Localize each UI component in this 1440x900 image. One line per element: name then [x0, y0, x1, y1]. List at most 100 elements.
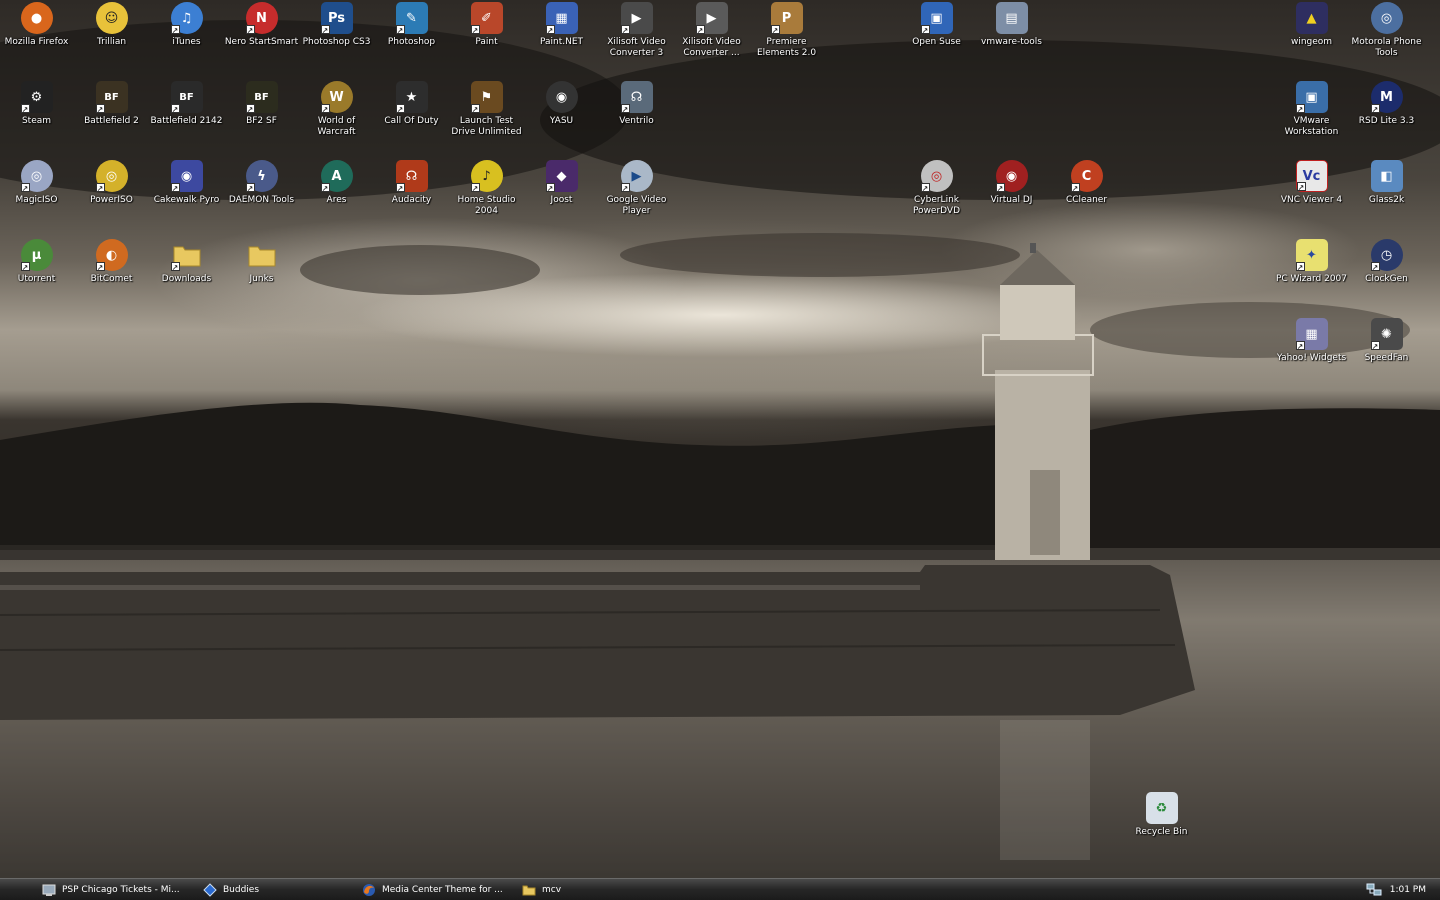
- folder-icon: [522, 883, 536, 897]
- icon-label: Xilisoft Video Converter ...: [682, 37, 741, 58]
- desktop-icon-audacity[interactable]: ☊ ↗ Audacity: [374, 160, 449, 206]
- icon-label: Utorrent: [17, 274, 56, 284]
- desktop-icon-xilisoft-2[interactable]: ▶ ↗ Xilisoft Video Converter ...: [674, 2, 749, 59]
- desktop-icon-paintnet[interactable]: ▦ ↗ Paint.NET: [524, 2, 599, 48]
- icon-label: iTunes: [172, 37, 201, 47]
- paintnet-icon: ▦ ↗: [545, 2, 578, 35]
- desktop-icon-recycle-bin[interactable]: ♻ Recycle Bin: [1124, 792, 1199, 838]
- taskbar-button-mcv[interactable]: mcv: [522, 881, 561, 899]
- desktop-icon-xilisoft-3[interactable]: ▶ ↗ Xilisoft Video Converter 3: [599, 2, 674, 59]
- desktop-icon-daemon-tools[interactable]: ϟ ↗ DAEMON Tools: [224, 160, 299, 206]
- desktop-icon-trillian[interactable]: ☺ Trillian: [74, 2, 149, 48]
- network-icon[interactable]: [1366, 883, 1382, 897]
- icon-label: PC Wizard 2007: [1275, 274, 1348, 284]
- icon-label: CCleaner: [1065, 195, 1108, 205]
- desktop-icon-powerdvd[interactable]: ◎ ↗ CyberLink PowerDVD: [899, 160, 974, 217]
- desktop-icon-photoshop[interactable]: ✎ ↗ Photoshop: [374, 2, 449, 48]
- desktop-icon-vmware[interactable]: ▣ ↗ VMware Workstation: [1274, 81, 1349, 138]
- icon-label: Joost: [550, 195, 573, 205]
- desktop-icon-bf2sf[interactable]: BF ↗ BF2 SF: [224, 81, 299, 127]
- icon-label: Home Studio 2004: [457, 195, 516, 216]
- desktop-icon-motorola[interactable]: ◎ Motorola Phone Tools: [1349, 2, 1424, 59]
- firefox-icon: ●: [20, 2, 53, 34]
- desktop-icon-cakewalk[interactable]: ◉ ↗ Cakewalk Pyro: [149, 160, 224, 206]
- warcraft-icon: W ↗: [320, 81, 353, 114]
- desktop-icon-nero[interactable]: N ↗ Nero StartSmart: [224, 2, 299, 48]
- desktop-icon-virtual-dj[interactable]: ◉ ↗ Virtual DJ: [974, 160, 1049, 206]
- desktop-icon-battlefield-2142[interactable]: BF ↗ Battlefield 2142: [149, 81, 224, 127]
- icon-label: Photoshop CS3: [302, 37, 371, 47]
- icon-label: VMware Workstation: [1284, 116, 1339, 137]
- paint-icon: ✐ ↗: [470, 2, 503, 35]
- call-of-duty-icon: ★ ↗: [395, 81, 428, 114]
- photoshop-icon: Ps ↗: [320, 2, 353, 35]
- battlefield-2142-icon: BF ↗: [170, 81, 203, 114]
- desktop-icon-open-suse[interactable]: ▣ ↗ Open Suse: [899, 2, 974, 48]
- magiciso-icon: ◎ ↗: [20, 160, 53, 193]
- desktop-icon-poweriso[interactable]: ◎ ↗ PowerISO: [74, 160, 149, 206]
- desktop-icon-vnc[interactable]: Vc ↗ VNC Viewer 4: [1274, 160, 1349, 206]
- icon-label: ClockGen: [1365, 274, 1408, 284]
- home-studio-icon: ♪ ↗: [470, 160, 503, 193]
- pc-wizard-icon: ✦ ↗: [1295, 239, 1328, 272]
- desktop-icon-ccleaner[interactable]: C ↗ CCleaner: [1049, 160, 1124, 206]
- icon-label: Nero StartSmart: [224, 37, 299, 47]
- desktop-icon-paint[interactable]: ✐ ↗ Paint: [449, 2, 524, 48]
- trillian-icon: ☺: [95, 2, 128, 34]
- desktop-icon-speedfan[interactable]: ✺ ↗ SpeedFan: [1349, 318, 1424, 364]
- desktop-icon-ares[interactable]: A ↗ Ares: [299, 160, 374, 206]
- desktop-icon-bitcomet[interactable]: ◐ ↗ BitComet: [74, 239, 149, 285]
- icon-label: BF2 SF: [246, 116, 277, 126]
- desktop-icon-wingeom[interactable]: ▲ wingeom: [1274, 2, 1349, 48]
- desktop-icon-yasu[interactable]: ◉ YASU: [524, 81, 599, 127]
- taskbar-button-buddies[interactable]: Buddies: [203, 881, 259, 899]
- icon-label: World of Warcraft: [317, 116, 356, 137]
- desktop-icon-warcraft[interactable]: W ↗ World of Warcraft: [299, 81, 374, 138]
- desktop-icon-itunes[interactable]: ♫ ↗ iTunes: [149, 2, 224, 48]
- desktop-icon-home-studio[interactable]: ♪ ↗ Home Studio 2004: [449, 160, 524, 217]
- clock[interactable]: 1:01 PM: [1390, 885, 1426, 895]
- icon-label: Recycle Bin: [1135, 827, 1188, 837]
- desktop-icon-steam[interactable]: ⚙ ↗ Steam: [0, 81, 74, 127]
- ccleaner-icon: C ↗: [1070, 160, 1103, 193]
- desktop-icon-premiere[interactable]: P ↗ Premiere Elements 2.0: [749, 2, 824, 59]
- desktop-icon-battlefield-2[interactable]: BF ↗ Battlefield 2: [74, 81, 149, 127]
- desktop-icon-ventrilo[interactable]: ☊ ↗ Ventrilo: [599, 81, 674, 127]
- desktop-icon-firefox[interactable]: ● Mozilla Firefox: [0, 2, 74, 48]
- desktop-icon-utorrent[interactable]: µ ↗ Utorrent: [0, 239, 74, 285]
- icon-label: BitComet: [90, 274, 133, 284]
- desktop-icon-glass2k[interactable]: ◧ Glass2k: [1349, 160, 1424, 206]
- desktop-icon-yahoo-widgets[interactable]: ▦ ↗ Yahoo! Widgets: [1274, 318, 1349, 364]
- icon-label: Glass2k: [1368, 195, 1405, 205]
- desktop-icon-test-drive[interactable]: ⚑ ↗ Launch Test Drive Unlimited: [449, 81, 524, 138]
- icon-label: Google Video Player: [606, 195, 667, 216]
- icon-label: Paint: [475, 37, 498, 47]
- icon-label: Ventrilo: [619, 116, 654, 126]
- folder-icon: [246, 239, 278, 271]
- desktop-icon-google-video[interactable]: ▶ ↗ Google Video Player: [599, 160, 674, 217]
- desktop-icon-joost[interactable]: ◆ ↗ Joost: [524, 160, 599, 206]
- bitcomet-icon: ◐ ↗: [95, 239, 128, 272]
- nero-icon: N ↗: [245, 2, 278, 35]
- vmware-icon: ▣ ↗: [1295, 81, 1328, 114]
- open-suse-icon: ▣ ↗: [920, 2, 953, 35]
- icon-label: wingeom: [1290, 37, 1333, 47]
- speedfan-icon: ✺ ↗: [1370, 318, 1403, 351]
- desktop-icon-pc-wizard[interactable]: ✦ ↗ PC Wizard 2007: [1274, 239, 1349, 285]
- itunes-icon: ♫ ↗: [170, 2, 203, 35]
- joost-icon: ◆ ↗: [545, 160, 578, 193]
- taskbar-button-media-center[interactable]: Media Center Theme for ...: [362, 881, 503, 899]
- desktop-icon-clockgen[interactable]: ◷ ↗ ClockGen: [1349, 239, 1424, 285]
- poweriso-icon: ◎ ↗: [95, 160, 128, 193]
- desktop-icon-vmware-tools[interactable]: ▤ vmware-tools: [974, 2, 1049, 48]
- desktop-icon-photoshop-cs3[interactable]: Ps ↗ Photoshop CS3: [299, 2, 374, 48]
- buddies-icon: [203, 883, 217, 897]
- icon-label: Downloads: [161, 274, 212, 284]
- desktop-icon-junks[interactable]: Junks: [224, 239, 299, 285]
- taskbar-button-psp-chicago[interactable]: PSP Chicago Tickets - Mi...: [42, 881, 180, 899]
- desktop-icon-magiciso[interactable]: ◎ ↗ MagicISO: [0, 160, 74, 206]
- desktop-icon-rsd-lite[interactable]: M ↗ RSD Lite 3.3: [1349, 81, 1424, 127]
- lighthouse-wallpaper: [0, 20, 1440, 878]
- desktop-icon-call-of-duty[interactable]: ★ ↗ Call Of Duty: [374, 81, 449, 127]
- desktop-icon-downloads[interactable]: ↗ Downloads: [149, 239, 224, 285]
